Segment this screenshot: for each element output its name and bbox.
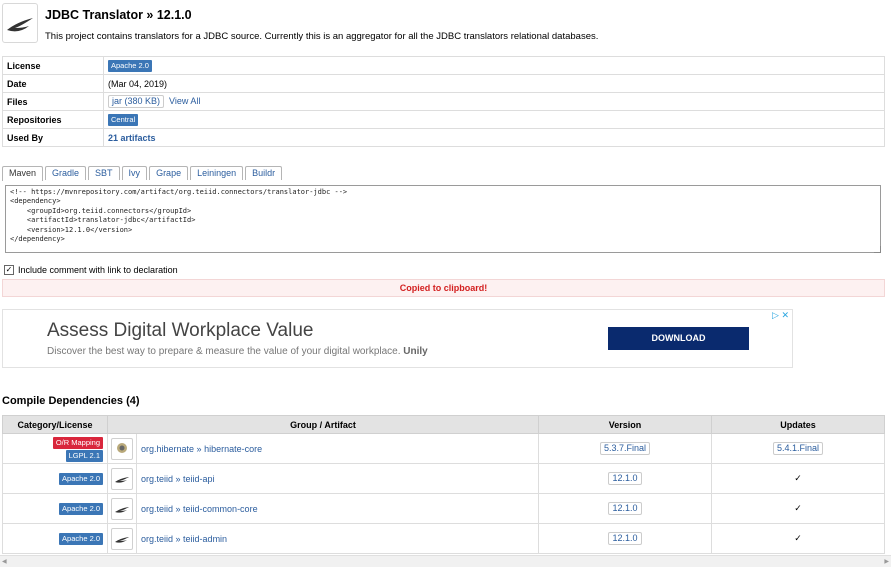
table-row: Apache 2.0 org.teiid » teiid-admin 12.1.… <box>2 523 885 554</box>
license-badge[interactable]: LGPL 2.1 <box>65 449 103 462</box>
col-version: Version <box>538 415 712 434</box>
repositories-label: Repositories <box>2 110 104 129</box>
license-badge[interactable]: Apache 2.0 <box>59 533 103 545</box>
license-badge[interactable]: Apache 2.0 <box>59 503 103 515</box>
artifact-link[interactable]: teiid-admin <box>183 534 227 544</box>
date-value: (Mar 04, 2019) <box>103 74 885 93</box>
date-label: Date <box>2 74 104 93</box>
version-link[interactable]: 12.1.0 <box>608 532 642 545</box>
tab-gradle[interactable]: Gradle <box>45 166 87 180</box>
col-updates: Updates <box>711 415 885 434</box>
ad-subtitle: Discover the best way to prepare & measu… <box>47 346 428 357</box>
include-comment-checkbox[interactable]: ✓ <box>4 265 14 275</box>
horizontal-scrollbar[interactable]: ◀ ▶ <box>0 555 891 567</box>
teiid-logo <box>2 3 38 43</box>
ad-download-button[interactable]: DOWNLOAD <box>608 327 749 350</box>
dependency-snippet-textarea[interactable]: <!-- https://mvnrepository.com/artifact/… <box>5 185 881 253</box>
separator: » <box>194 443 205 454</box>
artifact-link[interactable]: teiid-api <box>183 474 215 484</box>
category-badge[interactable]: O/R Mapping <box>52 436 103 449</box>
scroll-left-icon[interactable]: ◀ <box>2 558 7 565</box>
table-row: O/R Mapping LGPL 2.1 org.hibernate » hib… <box>2 433 885 464</box>
ad-brand: Unily <box>403 346 428 357</box>
separator: » <box>173 533 184 544</box>
teiid-icon[interactable] <box>111 467 133 490</box>
artifact-header: JDBC Translator » 12.1.0 This project co… <box>2 3 887 43</box>
used-by-label: Used By <box>2 128 104 147</box>
group-link[interactable]: org.teiid <box>141 474 173 484</box>
tab-ivy[interactable]: Ivy <box>121 166 148 180</box>
ad-title: Assess Digital Workplace Value <box>47 320 314 341</box>
compile-dependencies-title: Compile Dependencies (4) <box>2 395 140 407</box>
tab-maven[interactable]: Maven <box>2 166 44 181</box>
separator: » <box>173 503 184 514</box>
page-title: JDBC Translator » 12.1.0 <box>45 8 192 22</box>
version-link[interactable]: 12.1.0 <box>608 502 642 515</box>
ad-close-icon[interactable]: ▷ ✕ <box>772 310 789 321</box>
files-label: Files <box>2 92 104 111</box>
advertisement-banner[interactable]: Assess Digital Workplace Value Discover … <box>2 309 793 368</box>
license-badge[interactable]: Apache 2.0 <box>59 473 103 485</box>
table-row: Apache 2.0 org.teiid » teiid-api 12.1.0 … <box>2 463 885 494</box>
copied-notice: Copied to clipboard! <box>2 279 885 297</box>
col-category: Category/License <box>2 415 108 434</box>
group-link[interactable]: org.hibernate <box>141 444 194 454</box>
separator: » <box>173 473 184 484</box>
include-comment-option[interactable]: ✓ Include comment with link to declarati… <box>4 265 178 275</box>
col-group-artifact: Group / Artifact <box>107 415 539 434</box>
page-description: This project contains translators for a … <box>45 31 599 42</box>
include-comment-label: Include comment with link to declaration <box>18 265 178 275</box>
artifact-link[interactable]: teiid-common-core <box>183 504 258 514</box>
license-label: License <box>2 56 104 75</box>
table-row: Apache 2.0 org.teiid » teiid-common-core… <box>2 493 885 524</box>
hibernate-icon[interactable] <box>111 437 133 460</box>
view-all-link[interactable]: View All <box>169 96 200 106</box>
up-to-date-check-icon: ✓ <box>711 493 885 524</box>
group-link[interactable]: org.teiid <box>141 534 173 544</box>
group-link[interactable]: org.teiid <box>141 504 173 514</box>
up-to-date-check-icon: ✓ <box>711 463 885 494</box>
tab-grape[interactable]: Grape <box>149 166 189 180</box>
teiid-icon[interactable] <box>111 527 133 550</box>
dependencies-table: Category/License Group / Artifact Versio… <box>2 415 885 554</box>
build-tool-tabs: Maven Gradle SBT Ivy Grape Leiningen Bui… <box>2 166 284 181</box>
update-link[interactable]: 5.4.1.Final <box>772 442 824 455</box>
resize-handle[interactable] <box>874 246 881 253</box>
used-by-link[interactable]: 21 artifacts <box>108 133 156 143</box>
version-link[interactable]: 12.1.0 <box>608 472 642 485</box>
artifact-info-table: License Apache 2.0 Date (Mar 04, 2019) F… <box>2 56 885 147</box>
scroll-right-icon[interactable]: ▶ <box>884 558 889 565</box>
repository-badge[interactable]: Central <box>108 113 139 126</box>
tab-sbt[interactable]: SBT <box>88 166 120 180</box>
jar-download-link[interactable]: jar (380 KB) <box>108 95 165 108</box>
teiid-icon[interactable] <box>111 497 133 520</box>
version-link[interactable]: 5.3.7.Final <box>599 442 651 455</box>
tab-leiningen[interactable]: Leiningen <box>190 166 244 180</box>
up-to-date-check-icon: ✓ <box>711 523 885 554</box>
tab-buildr[interactable]: Buildr <box>245 166 283 180</box>
license-badge[interactable]: Apache 2.0 <box>108 59 152 72</box>
artifact-link[interactable]: hibernate-core <box>204 444 262 454</box>
